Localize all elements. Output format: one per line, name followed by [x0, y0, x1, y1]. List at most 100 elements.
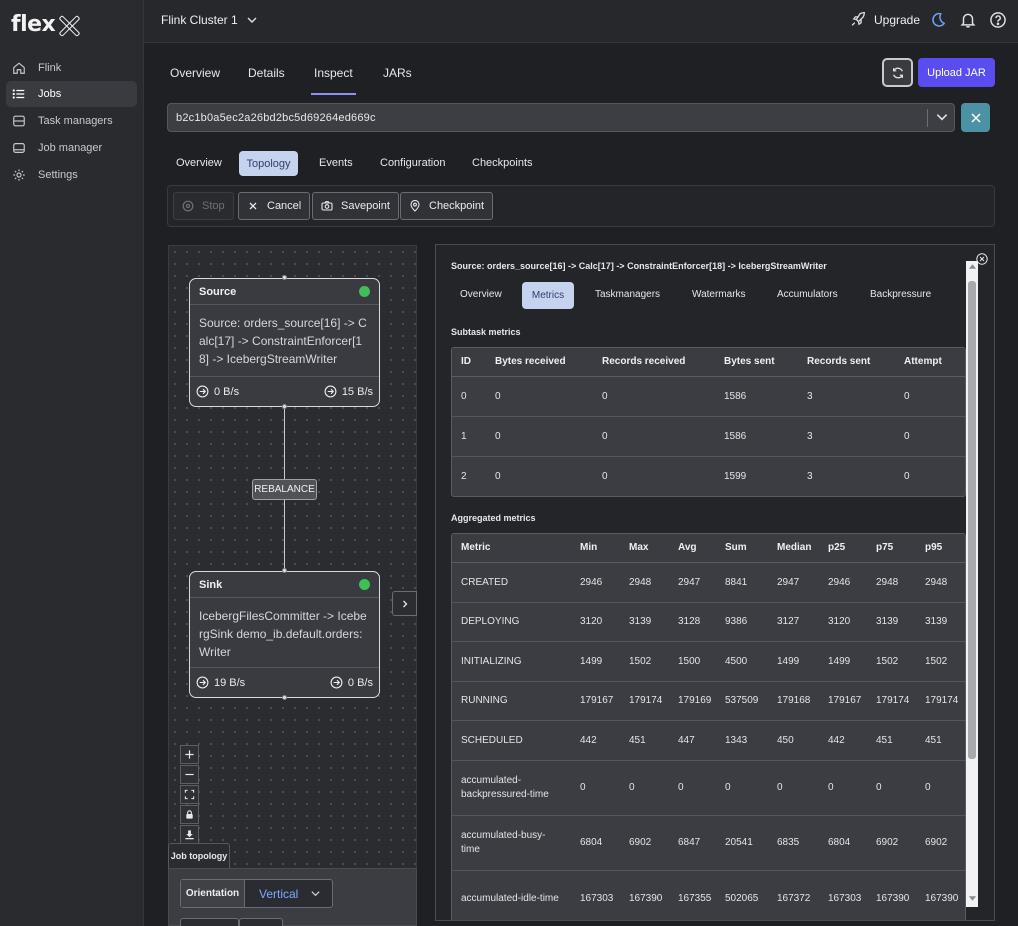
table-cell: 0 [629, 782, 635, 793]
moon-icon[interactable] [929, 11, 947, 29]
table-cell: 8841 [725, 576, 748, 588]
refresh-icon [892, 67, 903, 78]
table-header: Metric Min Max Avg Sum Median p25 p75 p9… [452, 534, 965, 563]
lock-button[interactable] [180, 805, 199, 824]
node-port [282, 404, 287, 409]
scroll-down-icon[interactable] [968, 894, 977, 903]
upgrade-button[interactable]: Upgrade [850, 11, 920, 28]
table-cell: 179174 [876, 695, 910, 706]
sidebar-item-task-managers[interactable]: Task managers [6, 108, 137, 134]
table-row[interactable]: 1 0 0 1586 3 0 [452, 417, 965, 457]
tab-details[interactable]: Details [248, 66, 285, 80]
node-port [282, 275, 287, 280]
tab-inspect[interactable]: Inspect [314, 66, 353, 80]
help-icon[interactable] [989, 11, 1007, 29]
table-row[interactable]: accumulated-backpressured-time 0 0 0 0 0… [452, 761, 965, 816]
arrow-out-icon [330, 676, 343, 689]
clear-job-button[interactable] [961, 103, 990, 132]
cancel-button[interactable]: Cancel [238, 192, 311, 220]
sink-node[interactable]: Sink IcebergFilesCommitter -> IcebergSin… [189, 571, 380, 698]
bell-icon[interactable] [959, 11, 977, 29]
table-row[interactable]: 2 0 0 1599 3 0 [452, 457, 965, 496]
subtab-topology[interactable]: Topology [239, 151, 298, 176]
table-row[interactable]: 0 0 0 1586 3 0 [452, 377, 965, 417]
tab-overview[interactable]: Overview [170, 66, 220, 80]
tab-jars[interactable]: JARs [383, 66, 412, 80]
table-cell: 1502 [876, 655, 899, 667]
table-cell: 1502 [629, 655, 652, 667]
chevron-down-icon [311, 891, 320, 897]
fit-view-icon [184, 789, 195, 800]
upload-jar-button[interactable]: Upload JAR [918, 58, 995, 87]
fit-view-button[interactable] [180, 785, 199, 804]
job-id-select[interactable]: b2c1b0a5ec2a26bd2bc5d69264ed669c [167, 103, 955, 132]
column-header: p25 [828, 542, 846, 553]
orientation-sub-control[interactable] [239, 918, 283, 926]
subtab-events[interactable]: Events [319, 157, 353, 169]
table-row[interactable]: INITIALIZING 1499 1502 1500 4500 1499 14… [452, 642, 965, 682]
zoom-out-button[interactable] [180, 765, 199, 784]
download-icon [185, 830, 194, 840]
table-cell: 3139 [629, 616, 652, 627]
stop-button[interactable]: Stop [173, 192, 234, 220]
node-description: IcebergFilesCommitter -> IcebergSink dem… [199, 609, 367, 659]
table-row[interactable]: accumulated-idle-time 167303 167390 1673… [452, 871, 965, 920]
orientation-value-wrap[interactable]: Vertical [245, 880, 332, 907]
orientation-sub-control[interactable] [180, 918, 239, 926]
subtab-overview[interactable]: Overview [176, 157, 222, 169]
detail-tab-watermarks[interactable]: Watermarks [692, 289, 746, 300]
table-row[interactable]: accumulated-busy-time 6804 6902 6847 205… [452, 816, 965, 871]
orientation-value: Vertical [259, 886, 299, 901]
table-cell: 0 [904, 470, 910, 482]
detail-tab-accumulators[interactable]: Accumulators [777, 289, 838, 300]
detail-tab-metrics[interactable]: Metrics [522, 282, 574, 309]
input-rate: 19 B/s [196, 676, 245, 689]
table-cell: 6804 [828, 837, 851, 848]
sidebar-item-flink[interactable]: Flink [6, 55, 137, 81]
table-cell: 20541 [725, 837, 753, 848]
input-rate-value: 0 B/s [214, 385, 240, 398]
camera-icon [321, 201, 333, 211]
table-row[interactable]: DEPLOYING 3120 3139 3128 9386 3127 3120 … [452, 603, 965, 642]
scroll-up-icon[interactable] [968, 262, 977, 271]
checkpoint-button[interactable]: Checkpoint [400, 192, 494, 220]
column-header: Max [629, 542, 649, 553]
orientation-select[interactable]: Orientation Vertical [180, 879, 333, 908]
table-row[interactable]: CREATED 2946 2948 2947 8841 2947 2946 29… [452, 563, 965, 603]
subtab-configuration[interactable]: Configuration [380, 157, 445, 169]
table-cell: 2946 [580, 576, 603, 588]
table-cell: 6835 [777, 837, 800, 848]
stop-label: Stop [202, 200, 225, 212]
download-button[interactable] [180, 825, 199, 844]
table-cell: 167390 [629, 892, 663, 904]
subtab-checkpoints[interactable]: Checkpoints [472, 157, 533, 169]
cluster-name: Flink Cluster 1 [161, 13, 238, 27]
table-cell: 167303 [828, 892, 862, 904]
table-cell: 9386 [725, 616, 748, 627]
cluster-selector[interactable]: Flink Cluster 1 [161, 13, 258, 27]
table-row[interactable]: RUNNING 179167 179174 179169 537509 1791… [452, 682, 965, 721]
table-cell: 3 [807, 390, 813, 402]
chevron-down-icon[interactable] [935, 110, 949, 124]
savepoint-button[interactable]: Savepoint [312, 192, 399, 220]
sidebar-item-settings[interactable]: Settings [6, 162, 137, 188]
sidebar-item-job-manager[interactable]: Job manager [6, 135, 137, 161]
table-cell: 1 [461, 430, 467, 442]
detail-tab-taskmanagers[interactable]: Taskmanagers [595, 289, 660, 300]
edge-line [284, 407, 285, 479]
top-bar: Flink Cluster 1 Upgrade [144, 0, 1018, 43]
logo-x-icon [57, 13, 79, 35]
table-row[interactable]: SCHEDULED 442 451 447 1343 450 442 451 4… [452, 721, 965, 761]
expand-panel-button[interactable] [392, 591, 417, 616]
detail-tab-backpressure[interactable]: Backpressure [870, 289, 931, 300]
sidebar-item-jobs[interactable]: Jobs [6, 81, 137, 107]
table-cell: SCHEDULED [461, 734, 523, 746]
detail-tab-overview[interactable]: Overview [460, 289, 502, 300]
scrollbar-thumb[interactable] [968, 281, 976, 759]
logo[interactable]: flex [11, 12, 79, 37]
table-cell: 3 [807, 470, 813, 482]
zoom-in-button[interactable] [180, 745, 199, 764]
source-node[interactable]: Source Source: orders_source[16] -> Calc… [189, 278, 380, 407]
refresh-button[interactable] [882, 58, 913, 87]
table-cell: accumulated-busy-time [461, 830, 546, 855]
